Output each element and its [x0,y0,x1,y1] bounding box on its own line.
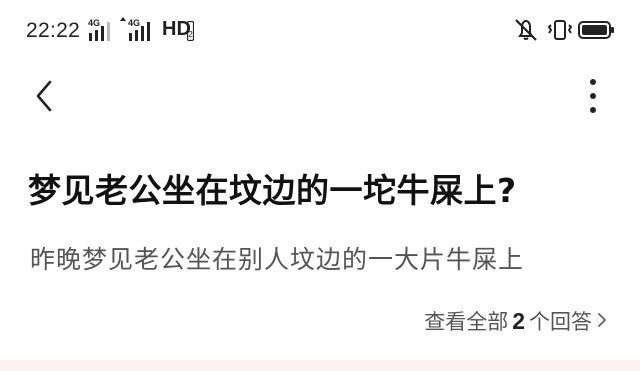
question-title: 梦见老公坐在坟边的一坨牛屎上? [28,171,517,210]
view-all-suffix: 个回答 [529,310,592,334]
battery-icon [578,21,614,39]
question-description: 昨晚梦见老公坐在别人坟边的一大片牛屎上 [30,245,525,274]
hd-slot-number: 2 [188,30,193,39]
back-button[interactable] [28,78,64,114]
status-time: 22:22 [26,19,81,42]
view-all-answers-link[interactable]: 查看全部 2 个回答 [424,306,608,336]
nav-bar [0,62,640,132]
chevron-right-icon [598,313,606,327]
vibrate-icon [547,20,573,40]
view-all-prefix: 查看全部 [424,310,509,334]
chevron-left-icon [36,80,52,112]
answer-count: 2 [512,308,525,334]
hd-slot-icon: 2 [187,21,194,41]
more-options-button[interactable] [580,76,606,116]
data-arrow-icon [120,17,126,21]
mute-icon [515,19,537,41]
bottom-divider-band [0,360,640,371]
status-bar: 22:22 4G 4G HD 2 [0,0,640,62]
more-vertical-icon [590,79,596,113]
